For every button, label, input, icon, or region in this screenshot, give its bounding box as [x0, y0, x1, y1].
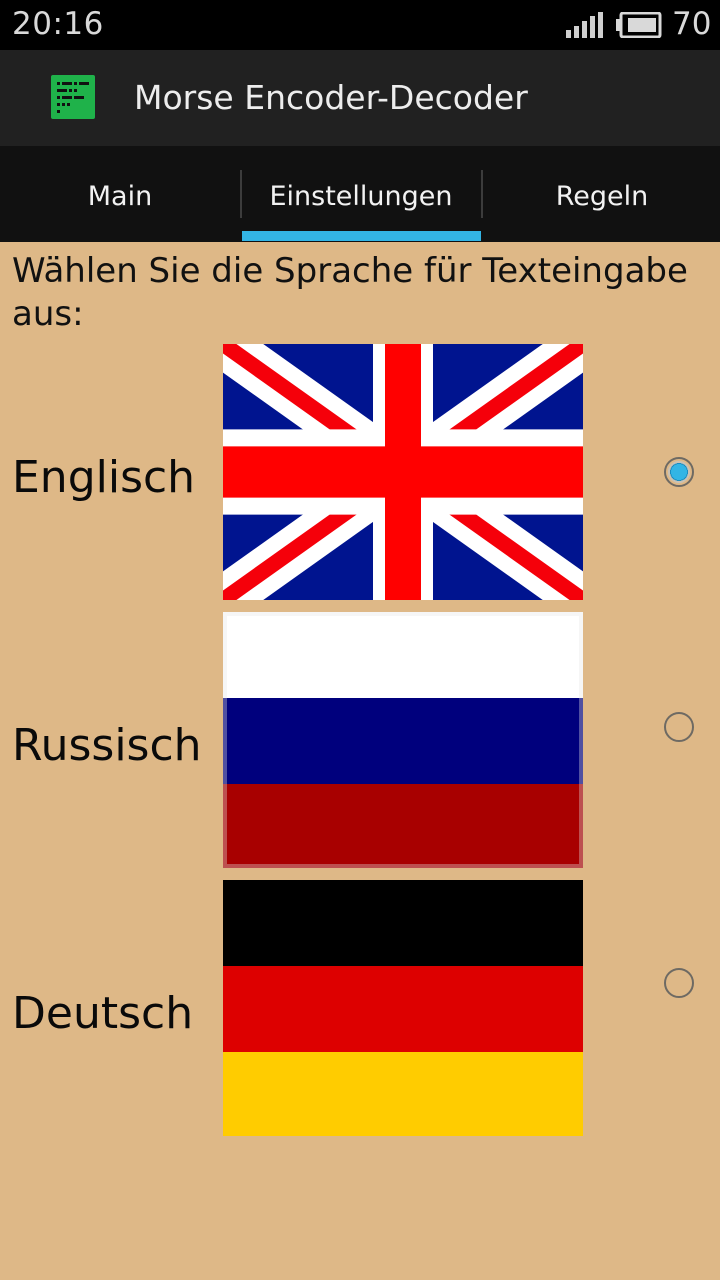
language-label-german[interactable]: Deutsch: [12, 988, 193, 1039]
germany-flag[interactable]: [223, 880, 583, 1136]
battery-icon: [616, 12, 662, 38]
status-bar: 20:16 70: [0, 0, 720, 50]
tab-label: Einstellungen: [269, 180, 453, 212]
russia-flag[interactable]: [223, 612, 583, 868]
radio-russian[interactable]: [664, 712, 694, 742]
app-title: Morse Encoder-Decoder: [134, 78, 528, 117]
battery-level: 70: [672, 6, 712, 42]
radio-german[interactable]: [664, 968, 694, 998]
tab-label: Main: [87, 180, 153, 212]
radio-english[interactable]: [664, 457, 694, 487]
tab-label: Regeln: [555, 180, 649, 212]
language-label-russian[interactable]: Russisch: [12, 720, 202, 771]
uk-flag[interactable]: [223, 344, 583, 600]
selected-tab-indicator: [242, 231, 481, 241]
tab-einstellungen[interactable]: Einstellungen: [241, 146, 481, 242]
tab-regeln[interactable]: Regeln: [482, 146, 720, 242]
signal-icon: [566, 12, 603, 38]
language-label-english[interactable]: Englisch: [12, 452, 195, 503]
morse-app-icon: [51, 75, 95, 119]
tab-bar: Main Einstellungen Regeln: [0, 146, 720, 242]
tab-main[interactable]: Main: [0, 146, 240, 242]
status-time: 20:16: [12, 6, 104, 42]
language-prompt: Wählen Sie die Sprache für Texteingabe a…: [12, 251, 688, 334]
action-bar: Morse Encoder-Decoder: [0, 50, 720, 146]
